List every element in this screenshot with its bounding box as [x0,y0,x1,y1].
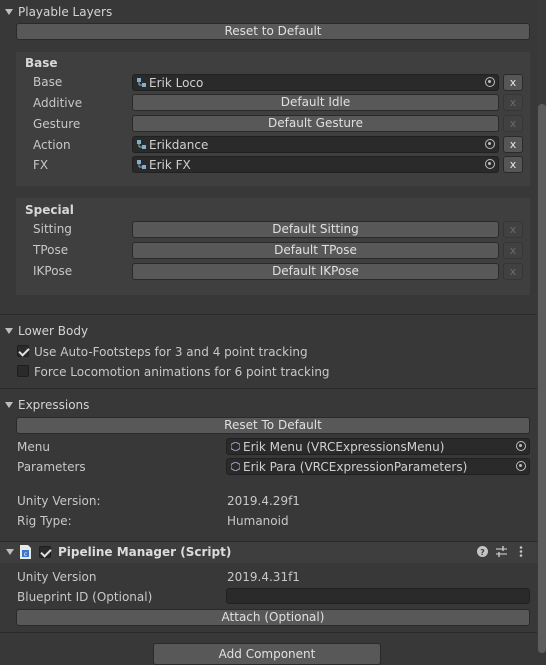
animator-controller-icon [137,140,146,149]
section-divider [0,388,546,389]
presets-sliders-icon[interactable] [496,546,507,557]
object-picker-icon[interactable] [485,159,495,169]
section-divider [0,314,546,315]
lower-body-foldout[interactable]: Lower Body [0,320,88,342]
foldout-expanded-icon[interactable] [6,549,14,555]
sitting-clear-button: x [503,221,523,238]
base-clear-button[interactable]: x [503,74,523,91]
action-label: Action [33,138,71,152]
rig-type-label: Rig Type: [17,514,72,528]
fx-controller-value: Erik FX [149,157,191,172]
blueprint-id-label: Blueprint ID (Optional) [17,590,153,604]
unity-version-value: 2019.4.29f1 [227,494,300,508]
additive-label: Additive [33,96,83,110]
object-picker-icon[interactable] [516,441,526,451]
action-clear-button[interactable]: x [503,136,523,153]
component-enabled-checkbox[interactable] [39,546,51,558]
foldout-expanded-icon [5,328,13,334]
animator-controller-icon [137,160,146,169]
expressions-parameters-field[interactable]: Erik Para (VRCExpressionParameters) [226,458,530,475]
reset-to-default-button[interactable]: Reset to Default [16,23,530,40]
base-header: Base [25,56,58,70]
pipeline-unity-version-label: Unity Version [17,570,97,584]
base-label: Base [33,75,63,89]
additive-clear-button: x [503,94,523,111]
csharp-script-icon: c [20,545,31,559]
object-picker-icon[interactable] [485,139,495,149]
gesture-clear-button: x [503,115,523,132]
playable-layers-foldout[interactable]: Playable Layers [0,1,112,23]
base-controller-field[interactable]: Erik Loco [132,74,499,91]
object-picker-icon[interactable] [516,461,526,471]
pipeline-unity-version-value: 2019.4.31f1 [227,570,300,584]
ikpose-clear-button: x [503,263,523,280]
foldout-expanded-icon [5,402,13,408]
fx-controller-field[interactable]: Erik FX [132,156,499,173]
kebab-menu-icon[interactable] [519,546,523,557]
section-divider [0,632,546,633]
attach-optional-button[interactable]: Attach (Optional) [16,609,530,626]
action-controller-value: Erikdance [149,137,209,152]
lower-body-title: Lower Body [18,324,89,338]
expressions-title: Expressions [18,398,90,412]
expressions-reset-button[interactable]: Reset To Default [16,417,530,434]
sitting-label: Sitting [33,222,72,236]
tpose-label: TPose [33,243,69,257]
base-controller-value: Erik Loco [149,75,204,90]
force-locomotion-checkbox[interactable] [17,365,29,377]
scriptable-object-icon [231,462,240,471]
default-gesture-button[interactable]: Default Gesture [132,115,499,132]
parameters-label: Parameters [17,460,86,474]
expressions-menu-field[interactable]: Erik Menu (VRCExpressionsMenu) [226,438,530,455]
tpose-clear-button: x [503,242,523,259]
scriptable-object-icon [231,442,240,451]
default-ikpose-button[interactable]: Default IKPose [132,263,499,280]
gesture-label: Gesture [33,117,81,131]
add-component-button[interactable]: Add Component [153,643,381,665]
expressions-menu-value: Erik Menu (VRCExpressionsMenu) [243,439,445,454]
foldout-expanded-icon [5,9,13,15]
expressions-parameters-value: Erik Para (VRCExpressionParameters) [243,459,468,474]
default-sitting-button[interactable]: Default Sitting [132,221,499,238]
svg-text:?: ? [480,548,485,557]
object-picker-icon[interactable] [485,77,495,87]
special-header: Special [25,203,74,217]
ikpose-label: IKPose [33,264,73,278]
scrollbar-thumb[interactable] [538,104,546,653]
auto-footsteps-label: Use Auto-Footsteps for 3 and 4 point tra… [34,345,308,359]
default-idle-button[interactable]: Default Idle [132,94,499,111]
force-locomotion-label: Force Locomotion animations for 6 point … [34,365,330,379]
playable-layers-title: Playable Layers [18,5,113,19]
rig-type-value: Humanoid [227,514,289,528]
menu-label: Menu [17,440,50,454]
expressions-foldout[interactable]: Expressions [0,394,89,416]
blueprint-id-field[interactable] [226,588,530,604]
fx-label: FX [33,158,49,172]
help-icon[interactable]: ? [477,546,488,557]
animator-controller-icon [137,78,146,87]
pipeline-manager-title: Pipeline Manager (Script) [58,545,232,559]
svg-text:c: c [24,551,27,558]
default-tpose-button[interactable]: Default TPose [132,242,499,259]
auto-footsteps-checkbox[interactable] [17,345,29,357]
fx-clear-button[interactable]: x [503,156,523,173]
unity-version-label: Unity Version: [17,494,101,508]
action-controller-field[interactable]: Erikdance [132,136,499,153]
